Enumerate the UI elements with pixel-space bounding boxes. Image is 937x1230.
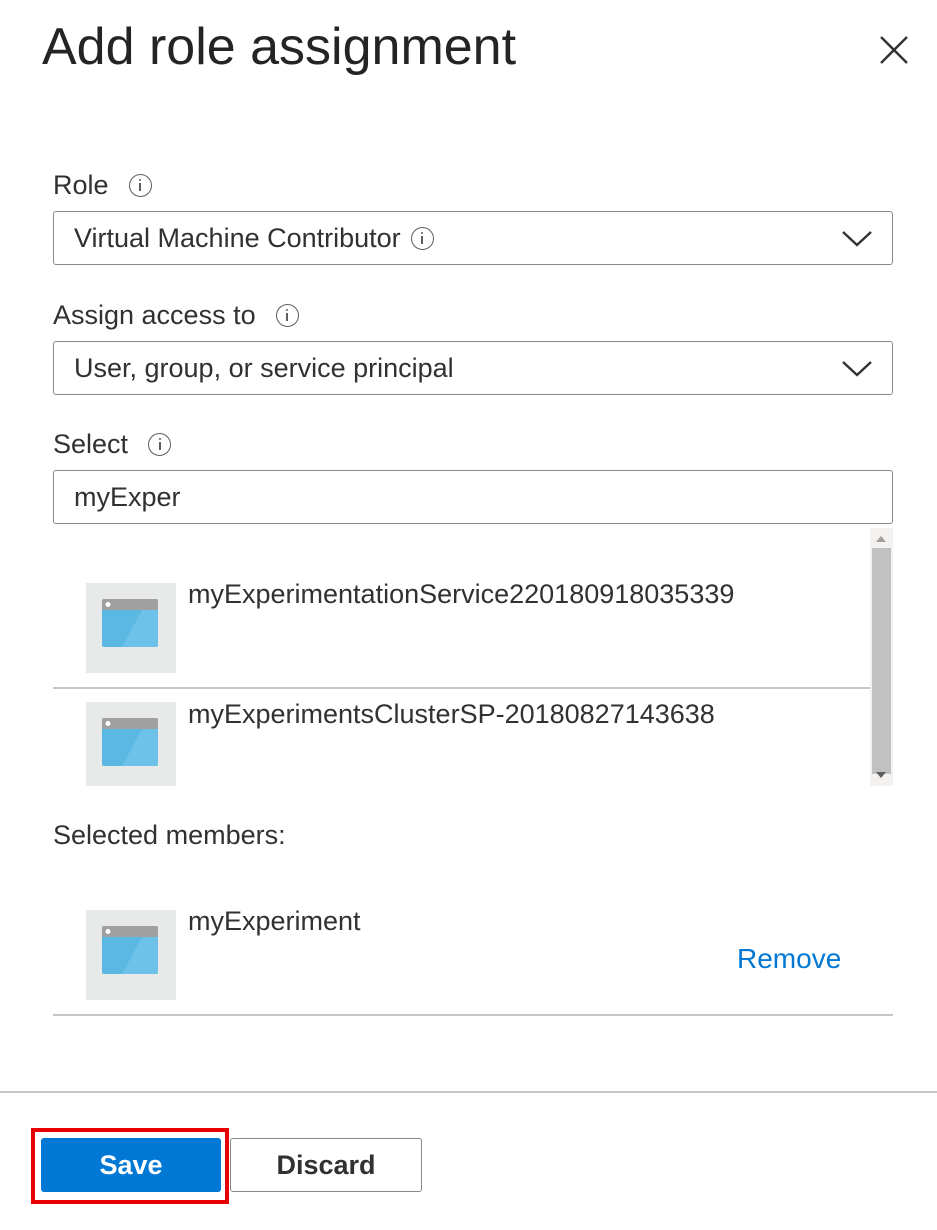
scroll-up-arrow-icon[interactable] bbox=[876, 536, 886, 542]
app-registration-icon bbox=[86, 910, 176, 1000]
info-icon[interactable] bbox=[275, 303, 299, 327]
scroll-down-arrow-icon[interactable] bbox=[876, 772, 886, 778]
search-result-item[interactable]: myExperimentsClusterSP-20180827143638 bbox=[53, 689, 870, 786]
selected-members-label: Selected members: bbox=[53, 820, 286, 850]
footer-divider bbox=[0, 1091, 937, 1093]
search-result-item[interactable]: myExperimentationService220180918035339 bbox=[53, 528, 870, 688]
chevron-down-icon bbox=[842, 231, 872, 247]
role-info-icon[interactable] bbox=[410, 226, 434, 250]
select-search-input[interactable]: myExper bbox=[53, 470, 893, 524]
close-icon[interactable] bbox=[879, 35, 909, 65]
assign-access-dropdown-value: User, group, or service principal bbox=[74, 352, 454, 383]
scroll-thumb[interactable] bbox=[872, 548, 891, 774]
select-search-value: myExper bbox=[74, 481, 181, 512]
app-registration-icon bbox=[86, 702, 176, 786]
search-results-list: myExperimentationService220180918035339 … bbox=[53, 528, 893, 786]
search-result-name: myExperimentsClusterSP-20180827143638 bbox=[188, 699, 715, 729]
select-label-text: Select bbox=[53, 429, 129, 459]
role-dropdown[interactable]: Virtual Machine Contributor bbox=[53, 211, 893, 265]
list-divider bbox=[53, 1014, 893, 1016]
app-registration-icon bbox=[86, 583, 176, 673]
save-button[interactable]: Save bbox=[41, 1138, 221, 1192]
info-icon[interactable] bbox=[128, 173, 152, 197]
remove-member-link[interactable]: Remove bbox=[737, 942, 841, 976]
assign-access-label-text: Assign access to bbox=[53, 300, 256, 330]
selected-member-item: myExperiment Remove bbox=[53, 906, 893, 1016]
chevron-down-icon bbox=[842, 361, 872, 377]
results-scrollbar[interactable] bbox=[870, 528, 893, 786]
role-dropdown-value: Virtual Machine Contributor bbox=[74, 222, 401, 253]
page-title: Add role assignment bbox=[42, 18, 517, 76]
search-result-name: myExperimentationService220180918035339 bbox=[188, 579, 735, 609]
role-label: Role bbox=[53, 168, 152, 202]
selected-member-name: myExperiment bbox=[188, 906, 361, 936]
select-label: Select bbox=[53, 427, 172, 461]
role-label-text: Role bbox=[53, 170, 109, 200]
close-button[interactable] bbox=[874, 30, 914, 70]
discard-button[interactable]: Discard bbox=[230, 1138, 422, 1192]
assign-access-dropdown[interactable]: User, group, or service principal bbox=[53, 341, 893, 395]
info-icon[interactable] bbox=[148, 432, 172, 456]
assign-access-label: Assign access to bbox=[53, 298, 299, 332]
